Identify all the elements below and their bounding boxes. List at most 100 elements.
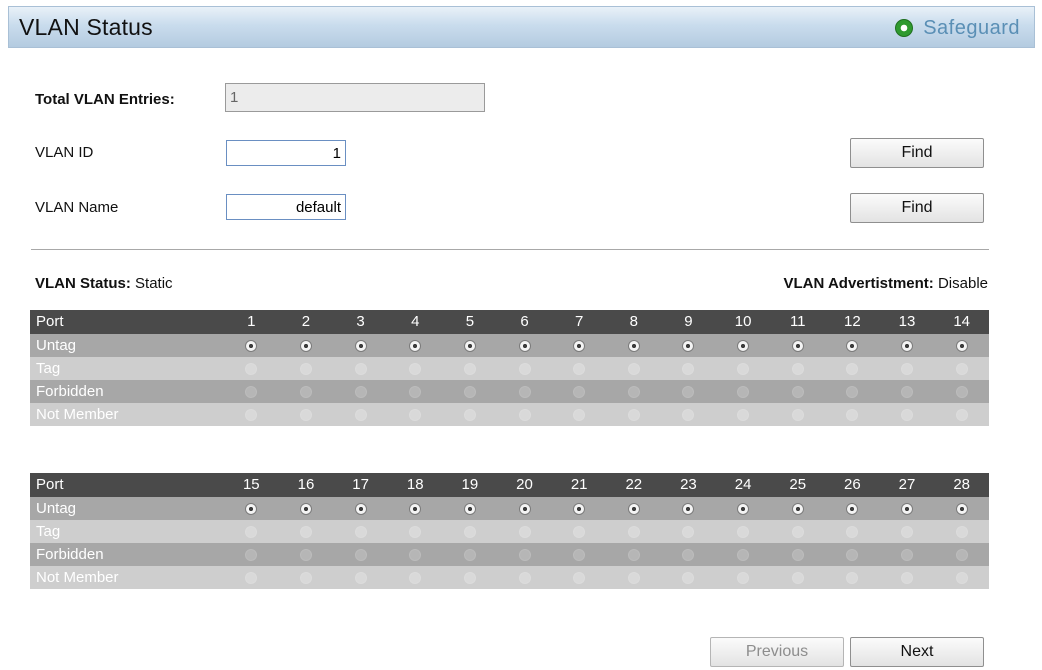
radio-disabled	[901, 363, 913, 376]
vlan-id-label: VLAN ID	[35, 144, 94, 161]
port-cell	[497, 543, 552, 566]
radio-disabled	[409, 409, 422, 422]
find-by-id-button[interactable]: Find	[850, 138, 984, 168]
radio-disabled	[791, 363, 804, 376]
port-number: 20	[497, 473, 552, 497]
radio-disabled	[299, 549, 312, 562]
radio-selected[interactable]	[573, 503, 586, 516]
port-cell	[661, 520, 716, 543]
radio-selected[interactable]	[573, 340, 586, 353]
port-cell	[879, 520, 935, 543]
port-number: 10	[715, 310, 771, 334]
vlan-name-input[interactable]	[226, 194, 346, 220]
radio-selected[interactable]	[299, 503, 312, 516]
radio-selected[interactable]	[955, 340, 968, 353]
radio-selected[interactable]	[791, 503, 804, 516]
radio-selected[interactable]	[846, 340, 859, 353]
membership-row-not-member: Not Member	[30, 566, 989, 589]
port-cell	[278, 357, 334, 380]
port-cell	[770, 543, 826, 566]
port-cell	[715, 403, 771, 426]
radio-disabled	[955, 386, 968, 399]
port-cell	[497, 403, 552, 426]
radio-selected[interactable]	[682, 503, 695, 516]
radio-selected[interactable]	[737, 340, 750, 353]
port-cell	[278, 380, 334, 403]
radio-disabled	[354, 572, 367, 585]
port-cell	[661, 334, 716, 357]
port-number: 24	[715, 473, 771, 497]
radio-selected[interactable]	[463, 340, 476, 353]
port-number: 16	[278, 473, 334, 497]
port-cell	[825, 380, 880, 403]
port-number: 21	[551, 473, 607, 497]
radio-selected[interactable]	[409, 340, 422, 353]
find-by-name-button[interactable]: Find	[850, 193, 984, 223]
radio-disabled	[846, 572, 859, 585]
radio-selected[interactable]	[409, 503, 422, 516]
port-cell	[715, 543, 771, 566]
radio-selected[interactable]	[682, 340, 695, 353]
radio-selected[interactable]	[955, 503, 968, 516]
port-cell	[715, 566, 771, 589]
radio-selected[interactable]	[627, 503, 640, 516]
port-cell	[497, 566, 552, 589]
port-cell	[497, 520, 552, 543]
port-cell	[278, 497, 334, 520]
membership-row-forbidden: Forbidden	[30, 380, 989, 403]
radio-selected[interactable]	[518, 340, 531, 353]
radio-selected[interactable]	[245, 503, 258, 516]
radio-selected[interactable]	[846, 503, 859, 516]
radio-disabled	[737, 572, 750, 585]
port-cell	[715, 520, 771, 543]
radio-disabled	[627, 386, 640, 399]
radio-disabled	[737, 386, 750, 399]
radio-selected[interactable]	[901, 503, 913, 516]
port-number: 5	[442, 310, 498, 334]
radio-selected[interactable]	[299, 340, 312, 353]
port-cell	[770, 497, 826, 520]
section-divider	[31, 249, 989, 250]
port-cell	[879, 403, 935, 426]
radio-disabled	[354, 386, 367, 399]
radio-selected[interactable]	[354, 503, 367, 516]
radio-disabled	[791, 526, 804, 539]
port-number: 23	[661, 473, 716, 497]
membership-row-tag: Tag	[30, 520, 989, 543]
port-cell	[278, 334, 334, 357]
next-button[interactable]: Next	[850, 637, 984, 667]
radio-selected[interactable]	[463, 503, 476, 516]
port-cell	[497, 334, 552, 357]
radio-disabled	[737, 526, 750, 539]
radio-selected[interactable]	[737, 503, 750, 516]
port-cell	[770, 380, 826, 403]
port-cell	[442, 520, 498, 543]
radio-disabled	[627, 409, 640, 422]
radio-selected[interactable]	[901, 340, 913, 353]
previous-button[interactable]: Previous	[710, 637, 844, 667]
port-number: 6	[497, 310, 552, 334]
port-cell	[551, 403, 607, 426]
radio-disabled	[299, 363, 312, 376]
radio-selected[interactable]	[518, 503, 531, 516]
radio-selected[interactable]	[627, 340, 640, 353]
port-number: 26	[825, 473, 880, 497]
port-cell	[551, 357, 607, 380]
radio-disabled	[955, 549, 968, 562]
port-cell	[879, 334, 935, 357]
radio-disabled	[791, 386, 804, 399]
radio-disabled	[245, 363, 258, 376]
port-number: 4	[387, 310, 443, 334]
port-cell	[715, 497, 771, 520]
radio-selected[interactable]	[791, 340, 804, 353]
vlan-name-label: VLAN Name	[35, 199, 119, 216]
port-cell	[551, 334, 607, 357]
port-cell	[224, 543, 279, 566]
radio-disabled	[682, 526, 695, 539]
vlan-id-input[interactable]	[226, 140, 346, 166]
port-cell	[770, 403, 826, 426]
radio-disabled	[901, 409, 913, 422]
radio-selected[interactable]	[245, 340, 258, 353]
radio-selected[interactable]	[354, 340, 367, 353]
membership-row-tag: Tag	[30, 357, 989, 380]
